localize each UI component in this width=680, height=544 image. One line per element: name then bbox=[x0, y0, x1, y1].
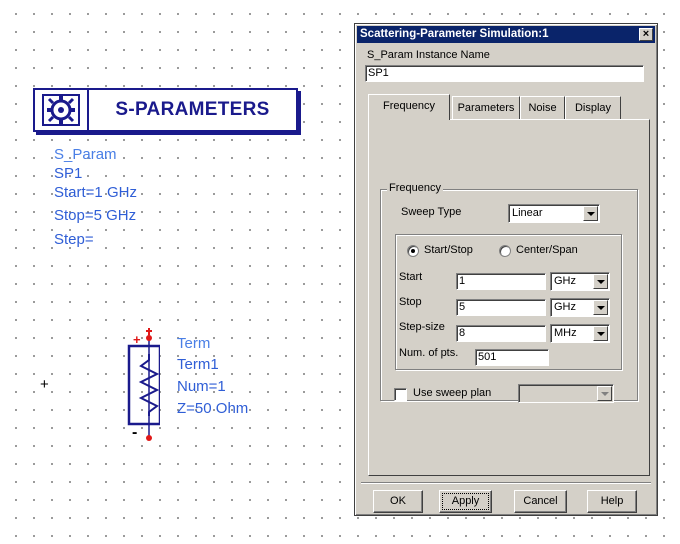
tab-frequency[interactable]: Frequency bbox=[368, 94, 450, 120]
sp-param-start: Start=1 GHz bbox=[54, 184, 137, 201]
start-unit-select[interactable]: GHz bbox=[550, 272, 610, 291]
tab-parameters[interactable]: Parameters bbox=[452, 96, 520, 120]
stop-unit-value: GHz bbox=[554, 301, 576, 313]
ok-button[interactable]: OK bbox=[373, 490, 423, 513]
sweep-type-value: Linear bbox=[512, 207, 543, 219]
step-unit-value: MHz bbox=[554, 327, 577, 339]
sweep-plan-select[interactable] bbox=[518, 384, 614, 403]
s-param-simulation-icon bbox=[35, 90, 89, 130]
term-resistor-icon bbox=[127, 328, 162, 441]
num-points-input[interactable]: 501 bbox=[475, 349, 549, 366]
stop-input[interactable]: 5 bbox=[456, 299, 546, 316]
tab-noise-label: Noise bbox=[528, 102, 557, 114]
term-component[interactable] bbox=[124, 326, 162, 446]
chevron-down-icon bbox=[593, 300, 608, 315]
dialog-title: Scattering-Parameter Simulation:1 bbox=[360, 28, 549, 40]
canvas-cursor-marker: + bbox=[40, 376, 49, 393]
schematic-canvas[interactable] bbox=[0, 0, 350, 544]
stop-label: Stop bbox=[399, 296, 422, 308]
start-input[interactable]: 1 bbox=[456, 273, 546, 290]
s-parameters-component[interactable]: S-PARAMETERS bbox=[33, 88, 298, 132]
chevron-down-icon bbox=[593, 274, 608, 289]
button-separator bbox=[361, 482, 651, 484]
cancel-button[interactable]: Cancel bbox=[514, 490, 567, 513]
term-param-instance: Term1 bbox=[177, 356, 219, 373]
term-param-type: Term bbox=[177, 335, 211, 352]
sp-param-instance: SP1 bbox=[54, 165, 83, 182]
sp-param-step: Step= bbox=[54, 231, 94, 248]
step-unit-select[interactable]: MHz bbox=[550, 324, 610, 343]
start-stop-radio[interactable] bbox=[407, 245, 419, 257]
tab-noise[interactable]: Noise bbox=[520, 96, 565, 120]
frequency-tab-panel: Frequency Sweep Type Linear Start/Stop C… bbox=[368, 119, 650, 476]
chevron-down-icon bbox=[597, 386, 612, 401]
scattering-parameter-dialog: Scattering-Parameter Simulation:1 × S_Pa… bbox=[354, 23, 658, 516]
instance-name-label: S_Param Instance Name bbox=[367, 49, 490, 61]
center-span-radio[interactable] bbox=[499, 245, 511, 257]
sp-param-type: S_Param bbox=[54, 146, 117, 163]
term-param-num: Num=1 bbox=[177, 378, 226, 395]
tab-strip: Frequency Parameters Noise Display bbox=[368, 94, 650, 120]
instance-name-input[interactable]: SP1 bbox=[365, 65, 644, 82]
term-plus-label: + bbox=[133, 332, 141, 347]
chevron-down-icon bbox=[593, 326, 608, 341]
dialog-titlebar[interactable]: Scattering-Parameter Simulation:1 × bbox=[357, 26, 655, 43]
use-sweep-plan-label: Use sweep plan bbox=[413, 387, 492, 399]
tab-frequency-label: Frequency bbox=[383, 100, 435, 112]
start-unit-value: GHz bbox=[554, 275, 576, 287]
start-label: Start bbox=[399, 271, 423, 283]
stop-unit-select[interactable]: GHz bbox=[550, 298, 610, 317]
help-button[interactable]: Help bbox=[587, 490, 637, 513]
frequency-group-label: Frequency bbox=[387, 182, 443, 194]
use-sweep-plan-checkbox[interactable] bbox=[394, 388, 407, 401]
sweep-type-label: Sweep Type bbox=[401, 206, 462, 218]
tab-parameters-label: Parameters bbox=[457, 102, 515, 114]
sp-param-stop: Stop=5 GHz bbox=[54, 207, 137, 224]
sp-component-title: S-PARAMETERS bbox=[115, 99, 270, 120]
term-minus-label: - bbox=[132, 424, 138, 441]
sweep-type-select[interactable]: Linear bbox=[508, 204, 600, 223]
tab-display[interactable]: Display bbox=[565, 96, 621, 120]
num-points-label: Num. of pts. bbox=[399, 347, 459, 359]
start-stop-label: Start/Stop bbox=[424, 244, 473, 256]
step-size-label: Step-size bbox=[399, 321, 445, 333]
close-button[interactable]: × bbox=[639, 28, 653, 41]
apply-button[interactable]: Apply bbox=[439, 490, 492, 513]
step-size-input[interactable]: 8 bbox=[456, 325, 546, 342]
term-param-z: Z=50 Ohm bbox=[177, 400, 249, 417]
chevron-down-icon bbox=[583, 206, 598, 221]
center-span-label: Center/Span bbox=[516, 244, 578, 256]
tab-display-label: Display bbox=[574, 102, 612, 114]
